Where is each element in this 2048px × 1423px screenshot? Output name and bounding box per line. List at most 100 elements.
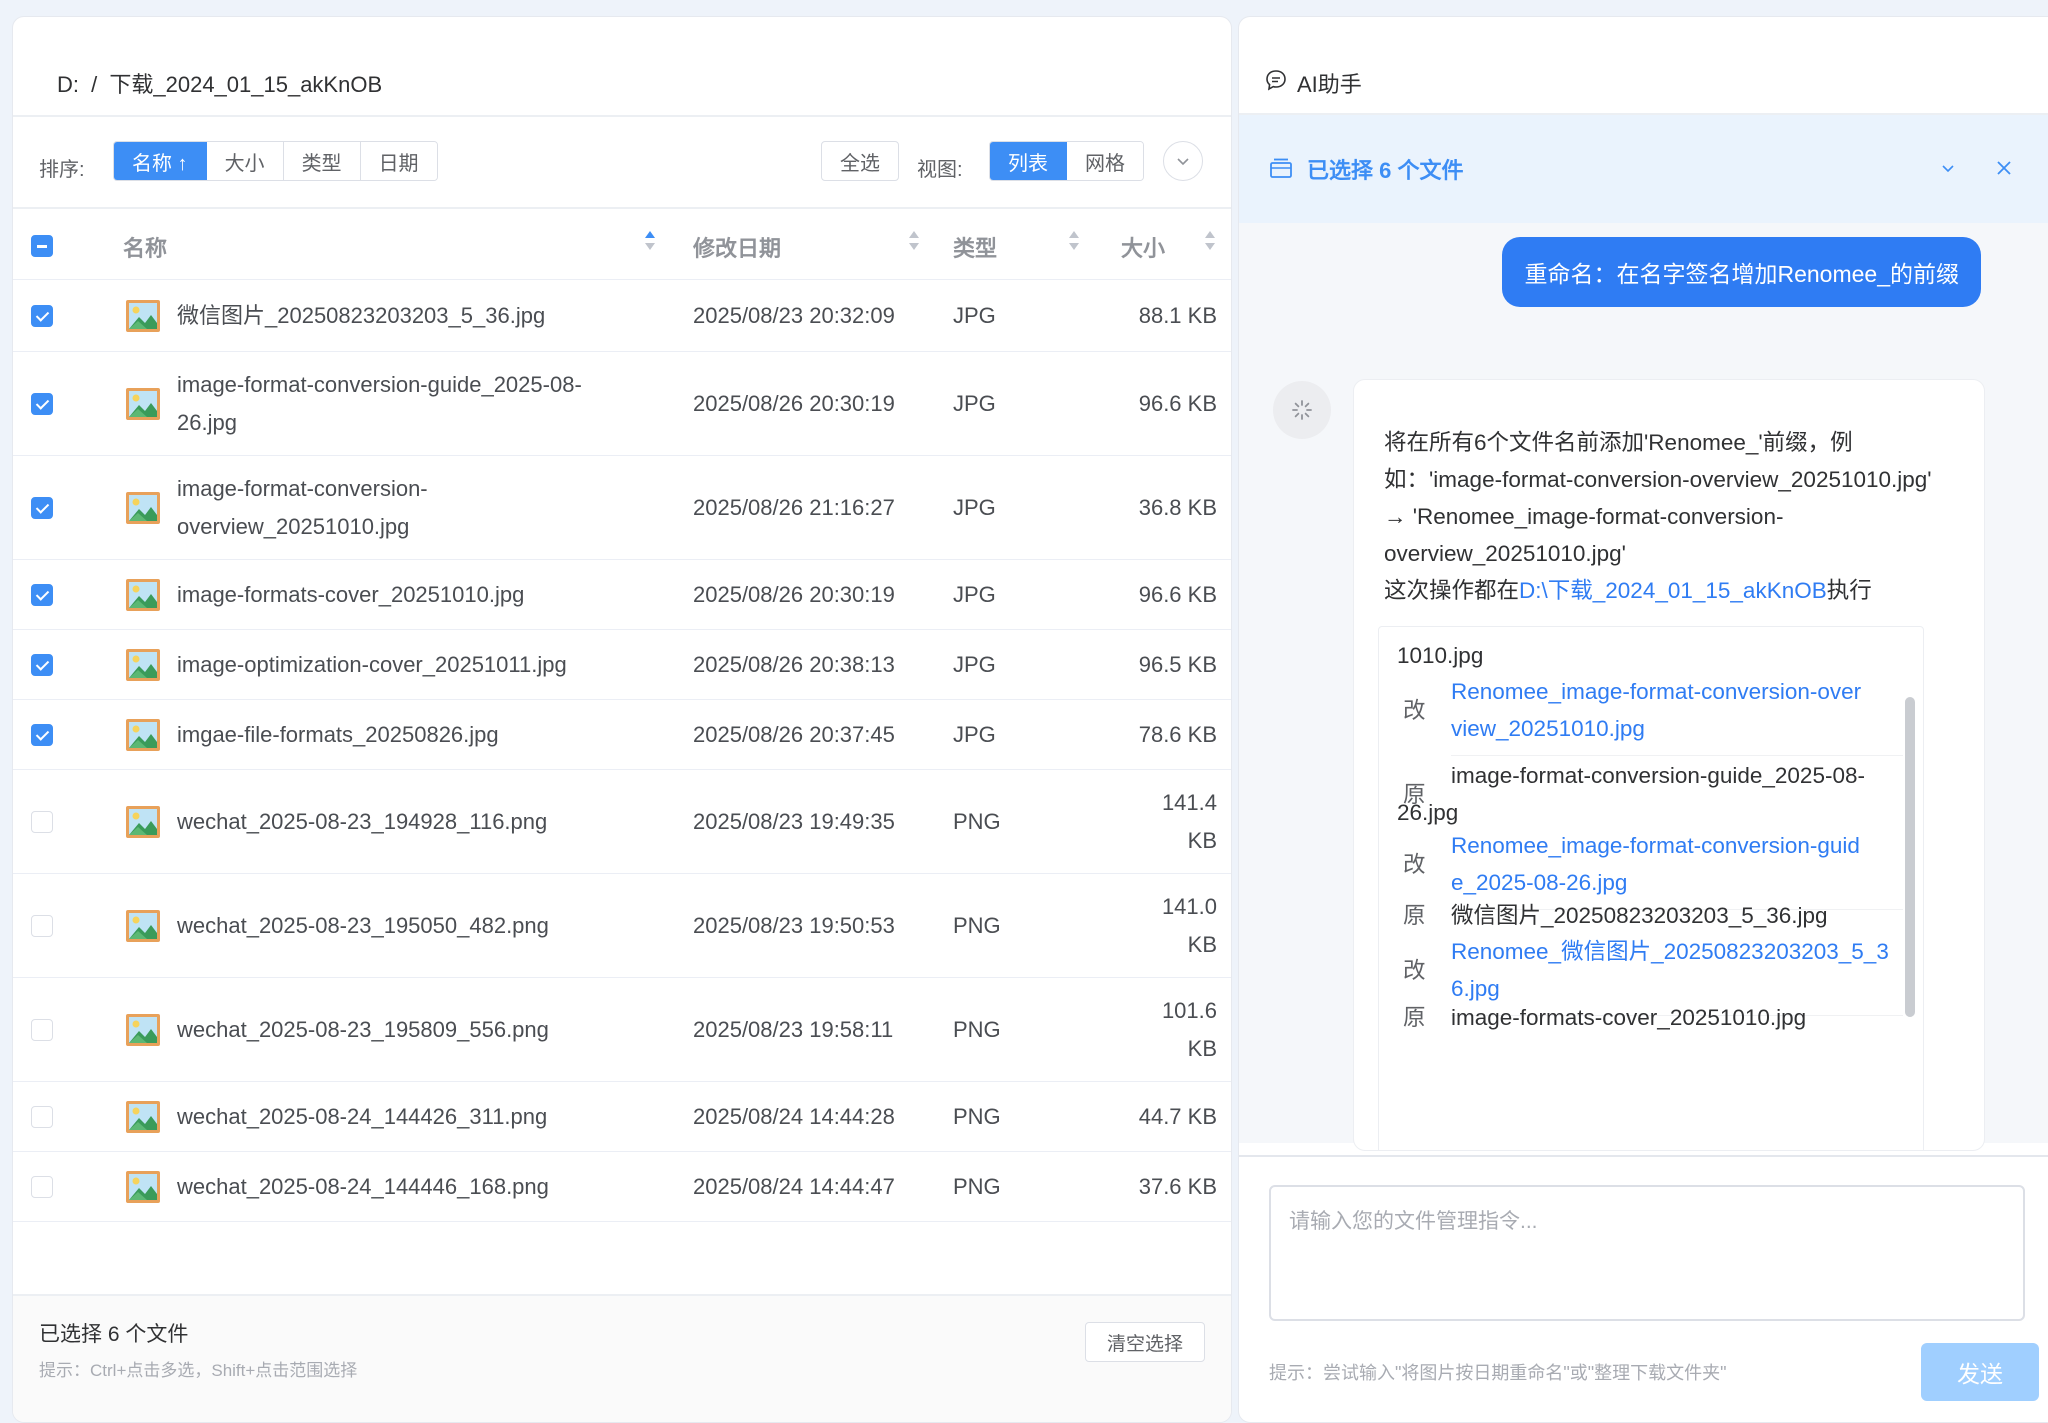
clear-selection-button[interactable]: 清空选择: [1085, 1322, 1205, 1362]
sort-size-icon[interactable]: [1205, 231, 1215, 257]
view-label: 视图:: [917, 159, 963, 181]
table-row[interactable]: image-formats-cover_20251010.jpg 2025/08/…: [13, 559, 1231, 630]
close-icon[interactable]: [1995, 159, 2013, 177]
table-row[interactable]: image-format-conversion-guide_2025-08- 26…: [13, 351, 1231, 456]
ai-path-link[interactable]: D:\下载_2024_01_15_akKnOB: [1519, 578, 1827, 603]
file-name[interactable]: wechat_2025-08-24_144426_311.png: [177, 1098, 637, 1136]
ai-response-text: 将在所有6个文件名前添加'Renomee_'前缀，例如：'image-forma…: [1384, 424, 1944, 609]
send-button[interactable]: 发送: [1921, 1343, 2039, 1401]
table-row[interactable]: wechat_2025-08-23_195050_482.png 2025/08/…: [13, 873, 1231, 978]
row-checkbox[interactable]: [31, 811, 53, 833]
image-file-icon: [126, 1014, 160, 1046]
rename-separator: [1451, 755, 1903, 756]
selection-bar-text: 已选择 6 个文件: [1307, 158, 1464, 183]
file-modified-date: 2025/08/26 20:30:19: [693, 582, 895, 607]
sort-name-icon[interactable]: [645, 231, 655, 257]
select-all-checkbox[interactable]: [31, 235, 53, 257]
select-all-button[interactable]: 全选: [821, 141, 899, 181]
row-checkbox[interactable]: [31, 724, 53, 746]
sort-date-icon[interactable]: [909, 231, 919, 257]
file-type: PNG: [953, 1104, 1001, 1129]
file-browser-panel: D: / 下载_2024_01_15_akKnOB 排序: 名称 ↑ 大小 类型…: [12, 16, 1232, 1423]
row-checkbox[interactable]: [31, 915, 53, 937]
table-row[interactable]: image-optimization-cover_20251011.jpg 202…: [13, 629, 1231, 700]
rename-new-name: 改 Renomee_image-format-conversion-guid e_2…: [1379, 827, 1923, 910]
view-list-button[interactable]: 列表: [990, 142, 1067, 180]
file-name[interactable]: 微信图片_20250823203203_5_36.jpg: [177, 297, 637, 335]
sort-by-type-button[interactable]: 类型: [283, 142, 361, 180]
divider: [1239, 1155, 2048, 1157]
sort-by-date-button[interactable]: 日期: [360, 142, 437, 180]
image-file-icon: [126, 579, 160, 611]
file-modified-date: 2025/08/24 14:44:28: [693, 1104, 895, 1129]
command-input[interactable]: 请输入您的文件管理指令...: [1269, 1185, 2025, 1321]
file-name[interactable]: wechat_2025-08-23_195050_482.png: [177, 907, 637, 945]
file-size: 37.6 KB: [1138, 1174, 1217, 1199]
rename-value-line: Renomee_image-format-conversion-guid: [1451, 833, 1860, 858]
command-input-placeholder: 请输入您的文件管理指令...: [1289, 1210, 1538, 1233]
table-row[interactable]: 微信图片_20250823203203_5_36.jpg 2025/08/23 2…: [13, 279, 1231, 352]
file-name[interactable]: image-format-conversion-guide_2025-08- 26…: [177, 366, 637, 442]
file-modified-date: 2025/08/23 19:50:53: [693, 913, 895, 938]
view-grid-button[interactable]: 网格: [1067, 142, 1143, 180]
loading-icon: [1292, 400, 1312, 420]
file-size: 101.6 KB: [1161, 998, 1217, 1061]
file-name[interactable]: image-optimization-cover_20251011.jpg: [177, 646, 637, 684]
breadcrumb-separator: /: [91, 72, 98, 97]
table-row[interactable]: imgae-file-formats_20250826.jpg 2025/08/2…: [13, 699, 1231, 770]
breadcrumb-drive[interactable]: D:: [57, 72, 79, 97]
file-type: JPG: [953, 652, 996, 677]
sort-by-name-button[interactable]: 名称 ↑: [114, 142, 207, 180]
row-checkbox[interactable]: [31, 1019, 53, 1041]
file-modified-date: 2025/08/26 21:16:27: [693, 495, 895, 520]
image-file-icon: [126, 300, 160, 332]
row-checkbox[interactable]: [31, 1176, 53, 1198]
row-checkbox[interactable]: [31, 654, 53, 676]
file-name[interactable]: image-format-conversion-overview_2025101…: [177, 470, 637, 546]
rename-tag: 改: [1403, 957, 1426, 983]
file-modified-date: 2025/08/23 19:58:11: [693, 1017, 894, 1042]
sort-button-group: 名称 ↑ 大小 类型 日期: [113, 141, 438, 181]
status-footer: 已选择 6 个文件 提示：Ctrl+点击多选，Shift+点击范围选择 清空选择: [13, 1294, 1231, 1422]
file-type: JPG: [953, 582, 996, 607]
sort-by-size-button[interactable]: 大小: [206, 142, 284, 180]
table-row[interactable]: wechat_2025-08-24_144446_168.png 2025/08/…: [13, 1151, 1231, 1222]
file-type: PNG: [953, 1174, 1001, 1199]
row-checkbox[interactable]: [31, 584, 53, 606]
chevron-down-icon: [1177, 158, 1189, 166]
rename-tag: 原: [1403, 1005, 1426, 1030]
sort-type-icon[interactable]: [1069, 231, 1079, 257]
file-size: 36.8 KB: [1138, 495, 1217, 520]
file-type: JPG: [953, 722, 996, 747]
selection-bar[interactable]: 已选择 6 个文件: [1239, 115, 2048, 223]
file-name[interactable]: wechat_2025-08-23_194928_116.png: [177, 803, 637, 841]
column-header-name[interactable]: 名称: [123, 231, 167, 263]
row-checkbox[interactable]: [31, 497, 53, 519]
column-header-type[interactable]: 类型: [953, 231, 997, 263]
file-size: 96.6 KB: [1138, 582, 1217, 607]
collapse-button[interactable]: [1163, 141, 1203, 181]
rename-value-line: 微信图片_20250823203203_5_36.jpg: [1451, 903, 1828, 928]
rename-original-name: 原微信图片_20250823203203_5_36.jpg: [1379, 897, 1923, 934]
file-name[interactable]: image-formats-cover_20251010.jpg: [177, 576, 637, 614]
row-checkbox[interactable]: [31, 1106, 53, 1128]
file-name[interactable]: wechat_2025-08-24_144446_168.png: [177, 1168, 637, 1206]
row-checkbox[interactable]: [31, 393, 53, 415]
file-size: 96.6 KB: [1138, 391, 1217, 416]
file-name[interactable]: imgae-file-formats_20250826.jpg: [177, 716, 637, 754]
column-header-size[interactable]: 大小: [1121, 231, 1165, 263]
scrollbar[interactable]: [1905, 697, 1915, 1017]
table-row[interactable]: wechat_2025-08-24_144426_311.png 2025/08/…: [13, 1081, 1231, 1152]
input-hint: 提示：尝试输入"将图片按日期重命名"或"整理下载文件夹": [1269, 1363, 1727, 1383]
table-row[interactable]: image-format-conversion-overview_2025101…: [13, 455, 1231, 560]
selected-count: 已选择 6 个文件: [39, 1323, 189, 1346]
chevron-down-icon[interactable]: [1939, 159, 1957, 177]
file-modified-date: 2025/08/23 20:32:09: [693, 303, 895, 328]
row-checkbox[interactable]: [31, 305, 53, 327]
file-modified-date: 2025/08/26 20:30:19: [693, 391, 895, 416]
file-name[interactable]: wechat_2025-08-23_195809_556.png: [177, 1011, 637, 1049]
breadcrumb-folder[interactable]: 下载_2024_01_15_akKnOB: [109, 72, 382, 97]
column-header-modified[interactable]: 修改日期: [693, 231, 781, 263]
table-row[interactable]: wechat_2025-08-23_194928_116.png 2025/08/…: [13, 769, 1231, 874]
table-row[interactable]: wechat_2025-08-23_195809_556.png 2025/08/…: [13, 977, 1231, 1082]
